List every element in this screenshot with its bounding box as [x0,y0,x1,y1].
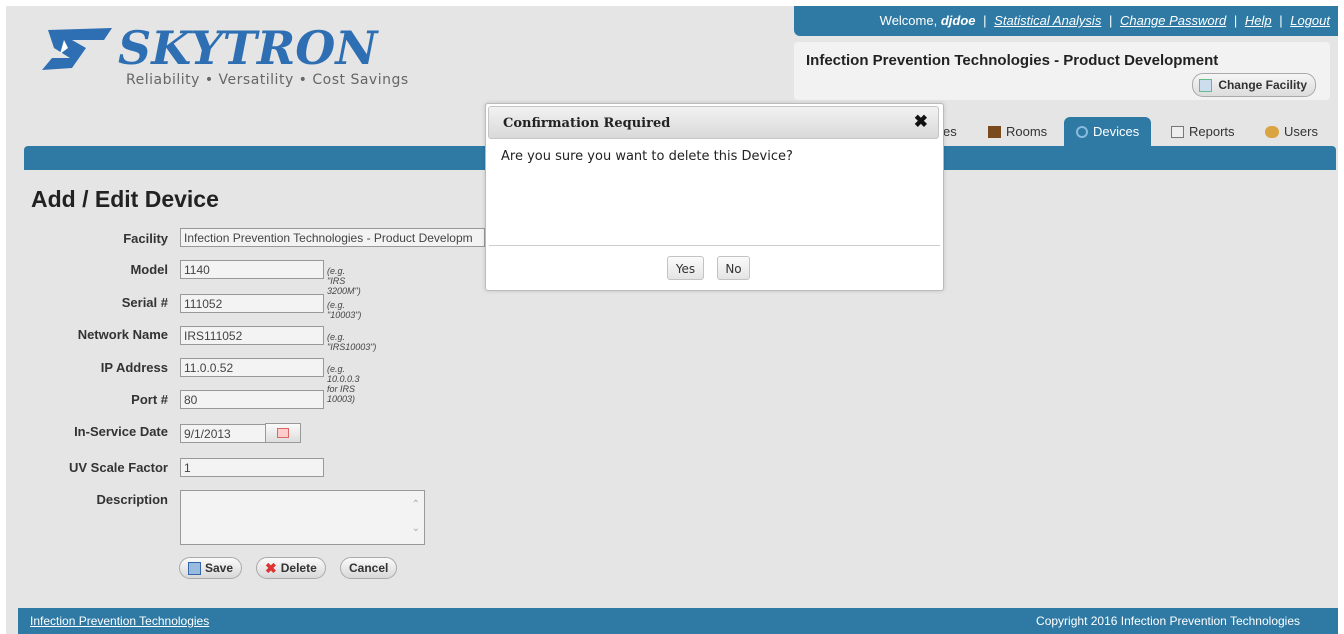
tab-devices-label: Devices [1093,124,1140,139]
port-field[interactable]: 80 [180,390,324,409]
save-icon [188,561,201,575]
tab-rooms-label: Rooms [1006,124,1048,139]
serial-label: Serial # [121,295,168,310]
change-facility-label: Change Facility [1218,78,1307,92]
tab-reports-label: Reports [1189,124,1235,139]
serial-hint: (e.g. "10003") [327,300,362,320]
rooms-icon [988,126,1001,138]
facility-icon [1199,78,1213,92]
model-hint: (e.g. "IRS 3200M") [327,266,361,296]
network-name-hint: (e.g. "IRS10003") [327,332,377,352]
confirmation-dialog: Confirmation Required ✖ Are you sure you… [485,103,944,291]
save-button[interactable]: Save [179,557,243,579]
ip-address-label: IP Address [100,360,168,375]
tab-rooms[interactable]: Rooms [988,117,1047,147]
tab-devices[interactable]: Devices [1064,117,1152,147]
footer: Infection Prevention Technologies Copyri… [18,608,1338,634]
logo-wordmark: SKYTRON [118,24,379,74]
tab-partial-label: es [943,124,957,139]
dialog-divider [489,245,940,246]
model-label: Model [130,262,168,277]
tab-users-label: Users [1284,124,1318,139]
uv-scale-field[interactable]: 1 [180,458,324,477]
users-icon [1265,126,1279,138]
ip-address-hint: (e.g. 10.0.0.3 for IRS 10003) [327,364,360,404]
link-logout[interactable]: Logout [1290,13,1330,28]
tab-reports[interactable]: Reports [1171,117,1235,147]
no-button[interactable]: No [717,256,750,280]
reports-icon [1171,126,1184,138]
model-field[interactable]: 1140 [180,260,324,279]
dialog-message: Are you sure you want to delete this Dev… [501,149,793,164]
change-facility-button[interactable]: Change Facility [1192,73,1316,97]
delete-icon: ✖ [265,560,277,576]
close-icon[interactable]: ✖ [914,112,928,132]
facility-name: Infection Prevention Technologies - Prod… [806,52,1219,69]
serial-field[interactable]: 111052 [180,294,324,313]
cancel-button[interactable]: Cancel [340,557,398,579]
network-name-field[interactable]: IRS111052 [180,326,324,345]
in-service-date-label: In-Service Date [74,424,168,439]
page-title: Add / Edit Device [31,186,219,212]
save-label: Save [205,561,234,575]
calendar-icon [277,428,289,438]
welcome-text: Welcome, [879,13,938,28]
ip-address-field[interactable]: 11.0.0.52 [180,358,324,377]
facility-panel: Infection Prevention Technologies - Prod… [794,42,1330,100]
yes-button[interactable]: Yes [667,256,704,280]
footer-link[interactable]: Infection Prevention Technologies [30,608,209,634]
link-statistical-analysis[interactable]: Statistical Analysis [994,13,1101,28]
scroll-up-icon[interactable]: ⌃ [412,499,420,510]
network-name-label: Network Name [77,327,168,342]
tab-partial[interactable]: es [943,117,957,147]
dialog-header: Confirmation Required ✖ [488,106,939,139]
dialog-title: Confirmation Required [503,116,671,131]
username: djdoe [940,13,976,28]
description-field[interactable]: ⌃ ⌄ [180,490,425,545]
top-links-bar: Welcome, djdoe | Statistical Analysis | … [794,6,1338,36]
tab-users[interactable]: Users [1265,117,1318,147]
devices-icon [1076,126,1088,138]
logo-tagline: Reliability • Versatility • Cost Savings [126,72,409,88]
delete-button[interactable]: ✖ Delete [256,557,326,579]
scroll-down-icon[interactable]: ⌄ [412,523,420,534]
facility-label: Facility [123,231,168,246]
delete-label: Delete [280,561,317,575]
port-label: Port # [131,392,168,407]
copyright-text: Copyright 2016 Infection Prevention Tech… [1036,614,1300,628]
uv-scale-label: UV Scale Factor [69,460,168,475]
calendar-button[interactable] [265,423,301,443]
in-service-date-field[interactable]: 9/1/2013 [180,424,266,443]
description-label: Description [96,492,168,507]
link-help[interactable]: Help [1245,13,1272,28]
facility-field[interactable]: Infection Prevention Technologies - Prod… [180,228,485,247]
link-change-password[interactable]: Change Password [1120,13,1226,28]
cancel-label: Cancel [349,561,389,575]
